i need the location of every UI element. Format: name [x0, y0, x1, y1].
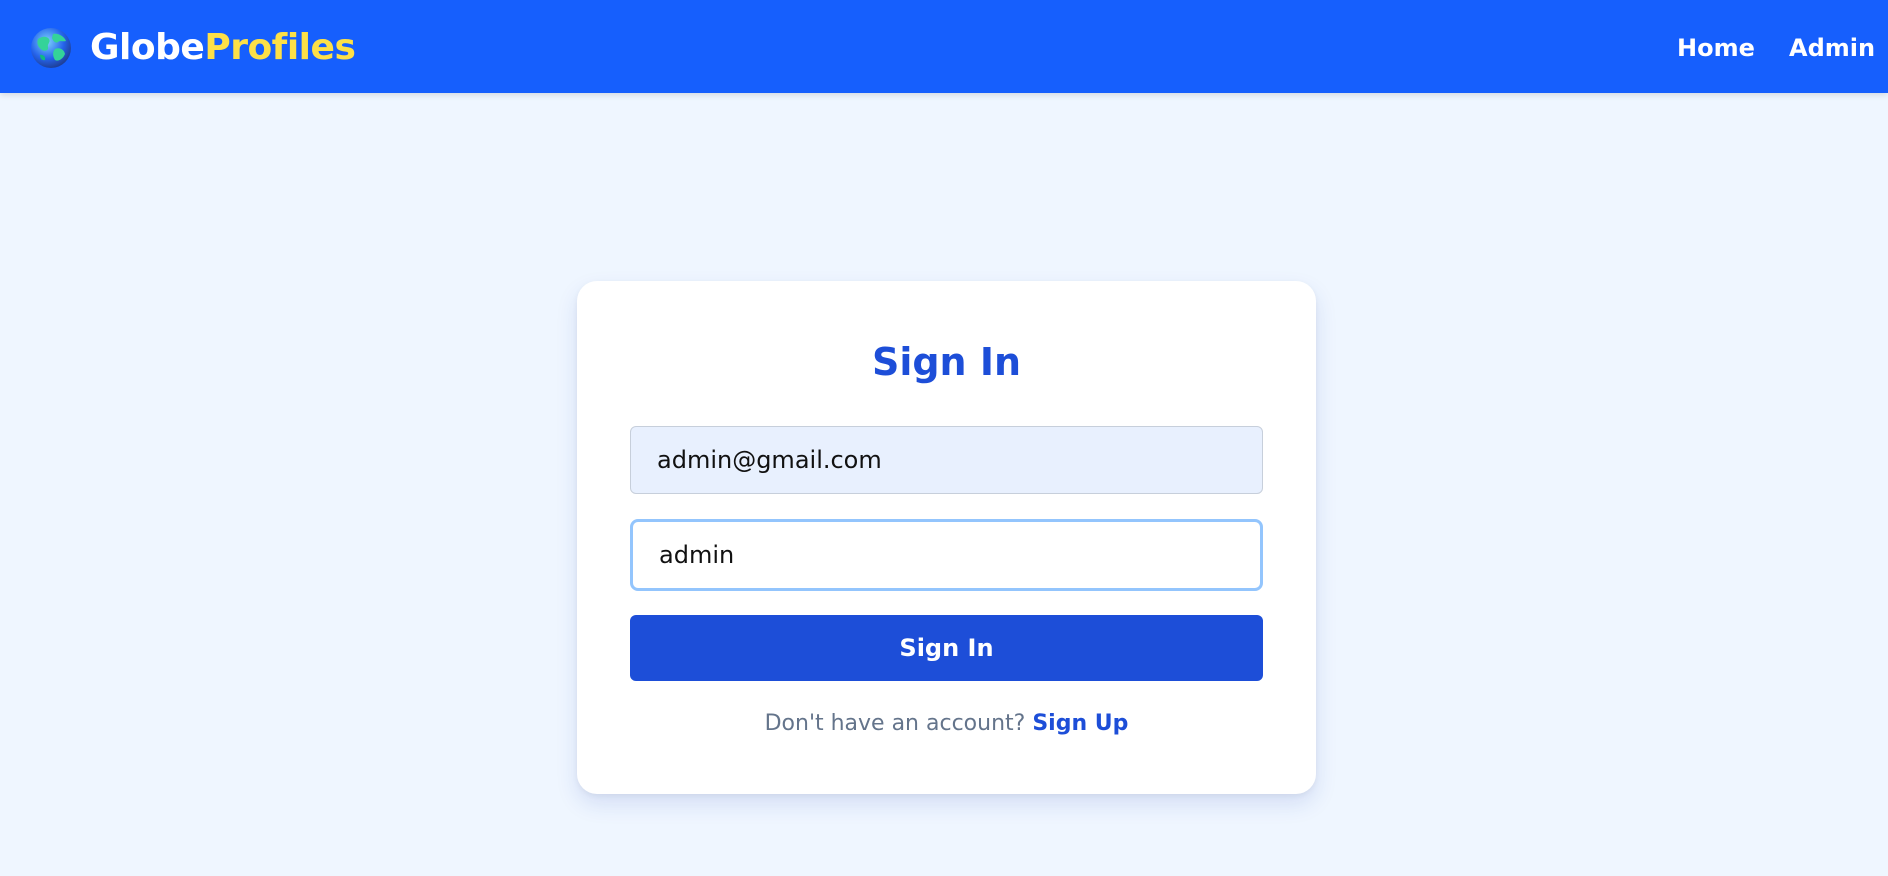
password-input[interactable] [630, 519, 1263, 591]
brand-logo-link[interactable]: GlobeProfiles [30, 26, 356, 70]
navbar: GlobeProfiles Home Admin [0, 0, 1888, 93]
signin-card: Sign In Sign In Don't have an account? S… [577, 281, 1316, 794]
signup-prompt: Don't have an account? Sign Up [577, 709, 1316, 739]
email-input[interactable] [630, 426, 1263, 494]
signin-title: Sign In [871, 340, 1022, 384]
brand-name-part1: Globe [90, 27, 205, 68]
globe-icon [30, 27, 72, 69]
signup-prompt-text: Don't have an account? [764, 711, 1026, 736]
signin-button[interactable]: Sign In [630, 615, 1263, 681]
brand-name: GlobeProfiles [90, 26, 356, 70]
nav-home-link[interactable]: Home [1677, 32, 1755, 64]
brand-name-part2: Profiles [204, 27, 356, 68]
signup-link[interactable]: Sign Up [1032, 711, 1128, 736]
nav-admin-link[interactable]: Admin [1789, 32, 1875, 64]
